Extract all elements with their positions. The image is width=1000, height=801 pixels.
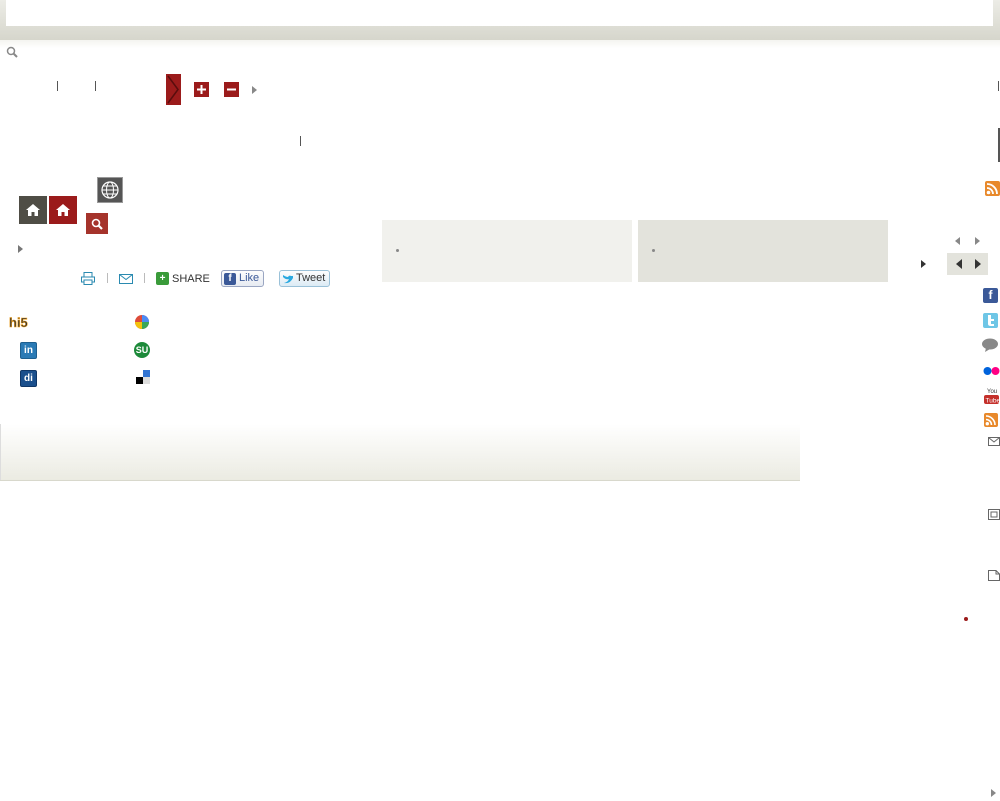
separator xyxy=(144,273,145,283)
facebook-icon[interactable]: f xyxy=(983,288,998,303)
toolbar-separator xyxy=(998,81,999,91)
carousel-nav xyxy=(947,253,988,275)
svg-text:hi5: hi5 xyxy=(9,315,28,330)
globe-icon[interactable] xyxy=(97,177,123,203)
prev-arrow-icon[interactable] xyxy=(955,237,960,245)
rss-icon[interactable] xyxy=(985,181,1000,196)
email-icon[interactable] xyxy=(119,274,133,287)
bullet xyxy=(652,249,655,252)
linkedin-icon[interactable]: in xyxy=(20,342,37,359)
hi5-icon[interactable]: hi5 xyxy=(8,314,37,330)
search-icon[interactable] xyxy=(6,46,18,61)
facebook-like-button[interactable]: f Like xyxy=(221,270,265,287)
toolbar-separator xyxy=(57,81,58,91)
comment-icon[interactable] xyxy=(981,338,999,356)
twitter-icon[interactable] xyxy=(983,313,998,328)
next-arrow-icon[interactable] xyxy=(975,237,980,245)
expand-arrow-icon[interactable] xyxy=(18,245,23,253)
home-icon[interactable] xyxy=(19,196,47,224)
toolbar-arrow-icon[interactable] xyxy=(252,86,257,94)
rss-icon[interactable] xyxy=(984,413,998,427)
content-panel-2[interactable] xyxy=(638,220,888,282)
youtube-icon[interactable]: You Tube xyxy=(984,387,1000,407)
next-arrow-icon[interactable] xyxy=(975,259,981,269)
search-icon xyxy=(91,218,103,230)
delicious-icon[interactable] xyxy=(136,370,150,387)
top-banner-inner xyxy=(6,0,993,26)
toolbar-separator xyxy=(95,81,96,91)
bullet xyxy=(396,249,399,252)
search-button[interactable] xyxy=(86,213,108,234)
window-icon[interactable] xyxy=(988,509,1000,523)
section-tab-arrow[interactable] xyxy=(166,74,181,105)
tweet-label: Tweet xyxy=(296,272,326,284)
share-button[interactable]: + SHARE xyxy=(156,272,210,285)
red-bullet xyxy=(964,617,968,621)
footer-border xyxy=(0,424,1,480)
zoom-out-icon[interactable] xyxy=(224,82,239,97)
facebook-icon: f xyxy=(224,272,236,285)
prev-arrow-icon[interactable] xyxy=(956,259,962,269)
svg-text:You: You xyxy=(987,389,997,395)
print-icon[interactable] xyxy=(81,272,95,288)
share-label: SHARE xyxy=(172,272,210,285)
like-label: Like xyxy=(239,272,260,284)
google-buzz-icon[interactable] xyxy=(134,314,150,333)
stumbleupon-icon[interactable]: SU xyxy=(134,342,150,358)
separator xyxy=(300,136,301,146)
top-banner-shadow xyxy=(0,40,1000,48)
content-panel-1[interactable] xyxy=(382,220,632,282)
home-icon[interactable] xyxy=(49,196,77,224)
email-icon[interactable] xyxy=(988,437,1000,449)
tweet-button[interactable]: Tweet xyxy=(279,270,331,287)
document-icon[interactable] xyxy=(988,570,1000,584)
content-footer xyxy=(0,424,800,481)
separator xyxy=(107,273,108,283)
zoom-in-icon[interactable] xyxy=(194,82,209,97)
scroll-arrow-icon[interactable] xyxy=(991,789,996,797)
play-arrow-icon[interactable] xyxy=(921,260,926,268)
twitter-icon xyxy=(283,274,293,283)
digg-icon[interactable]: di xyxy=(20,370,37,387)
svg-text:Tube: Tube xyxy=(986,398,1000,405)
flickr-icon[interactable] xyxy=(983,366,1000,379)
share-plus-icon: + xyxy=(156,272,169,285)
